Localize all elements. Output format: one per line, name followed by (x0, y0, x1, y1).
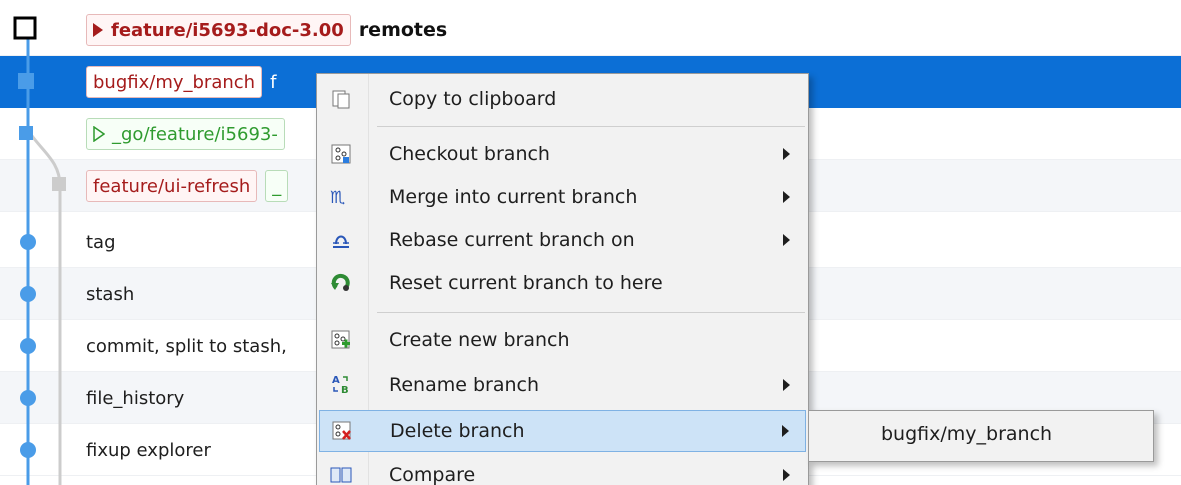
submenu-arrow-icon (783, 148, 790, 160)
delete-branch-submenu: bugfix/my_branch (808, 410, 1154, 462)
menu-item-create-new-branch[interactable]: Create new branch (319, 319, 806, 361)
create-branch-icon (319, 319, 363, 361)
branch-badge[interactable]: feature/i5693-doc-3.00 (86, 14, 351, 46)
menu-item-checkout-branch[interactable]: Checkout branch (319, 133, 806, 175)
submenu-item-branch[interactable]: bugfix/my_branch (881, 423, 1052, 445)
submenu-arrow-icon (782, 425, 789, 437)
row-subject: commit, split to stash, (86, 335, 287, 357)
menu-item-delete-branch[interactable]: Delete branch (319, 410, 806, 452)
menu-item-merge-into-current-branch[interactable]: ♏ Merge into current branch (319, 176, 806, 218)
hollow-arrow-icon (93, 126, 105, 142)
branch-badge[interactable]: bugfix/my_branch (86, 66, 263, 98)
submenu-arrow-icon (783, 234, 790, 246)
context-menu: Copy to clipboard Checkout branch ♏ Merg… (316, 73, 809, 485)
rebase-icon (319, 219, 363, 261)
row-subject: f (270, 71, 277, 93)
merge-icon: ♏ (319, 176, 363, 218)
submenu-arrow-icon (783, 191, 790, 203)
compare-icon (319, 454, 363, 485)
delete-branch-icon (320, 410, 364, 452)
checkout-branch-icon (319, 133, 363, 175)
menu-separator (377, 312, 805, 313)
expand-arrow-icon (93, 23, 103, 37)
menu-item-rename-branch[interactable]: AB Rename branch (319, 364, 806, 406)
svg-text:B: B (341, 385, 349, 396)
remote-branch-badge[interactable]: _go/feature/i5693- (86, 118, 285, 150)
reset-icon (319, 262, 363, 304)
remote-branch-badge[interactable]: _ (265, 170, 289, 202)
row-subject: tag (86, 231, 116, 253)
menu-separator (377, 126, 805, 127)
rename-branch-icon: AB (319, 364, 363, 406)
menu-item-rebase-current-branch-on[interactable]: Rebase current branch on (319, 219, 806, 261)
row-subject: fixup explorer (86, 439, 211, 461)
row-subject: stash (86, 283, 135, 305)
row-subject: file_history (86, 387, 185, 409)
menu-item-compare[interactable]: Compare (319, 454, 806, 485)
table-row[interactable]: feature/i5693-doc-3.00 remotes (0, 4, 1181, 56)
menu-item-reset-current-branch[interactable]: Reset current branch to here (319, 262, 806, 304)
submenu-arrow-icon (783, 379, 790, 391)
submenu-arrow-icon (783, 469, 790, 481)
row-subject: remotes (358, 19, 448, 41)
menu-item-copy-to-clipboard[interactable]: Copy to clipboard (319, 78, 806, 120)
svg-text:♏: ♏ (330, 188, 345, 207)
clipboard-icon (319, 78, 363, 120)
svg-text:A: A (332, 375, 340, 386)
branch-badge[interactable]: feature/ui-refresh (86, 170, 258, 202)
